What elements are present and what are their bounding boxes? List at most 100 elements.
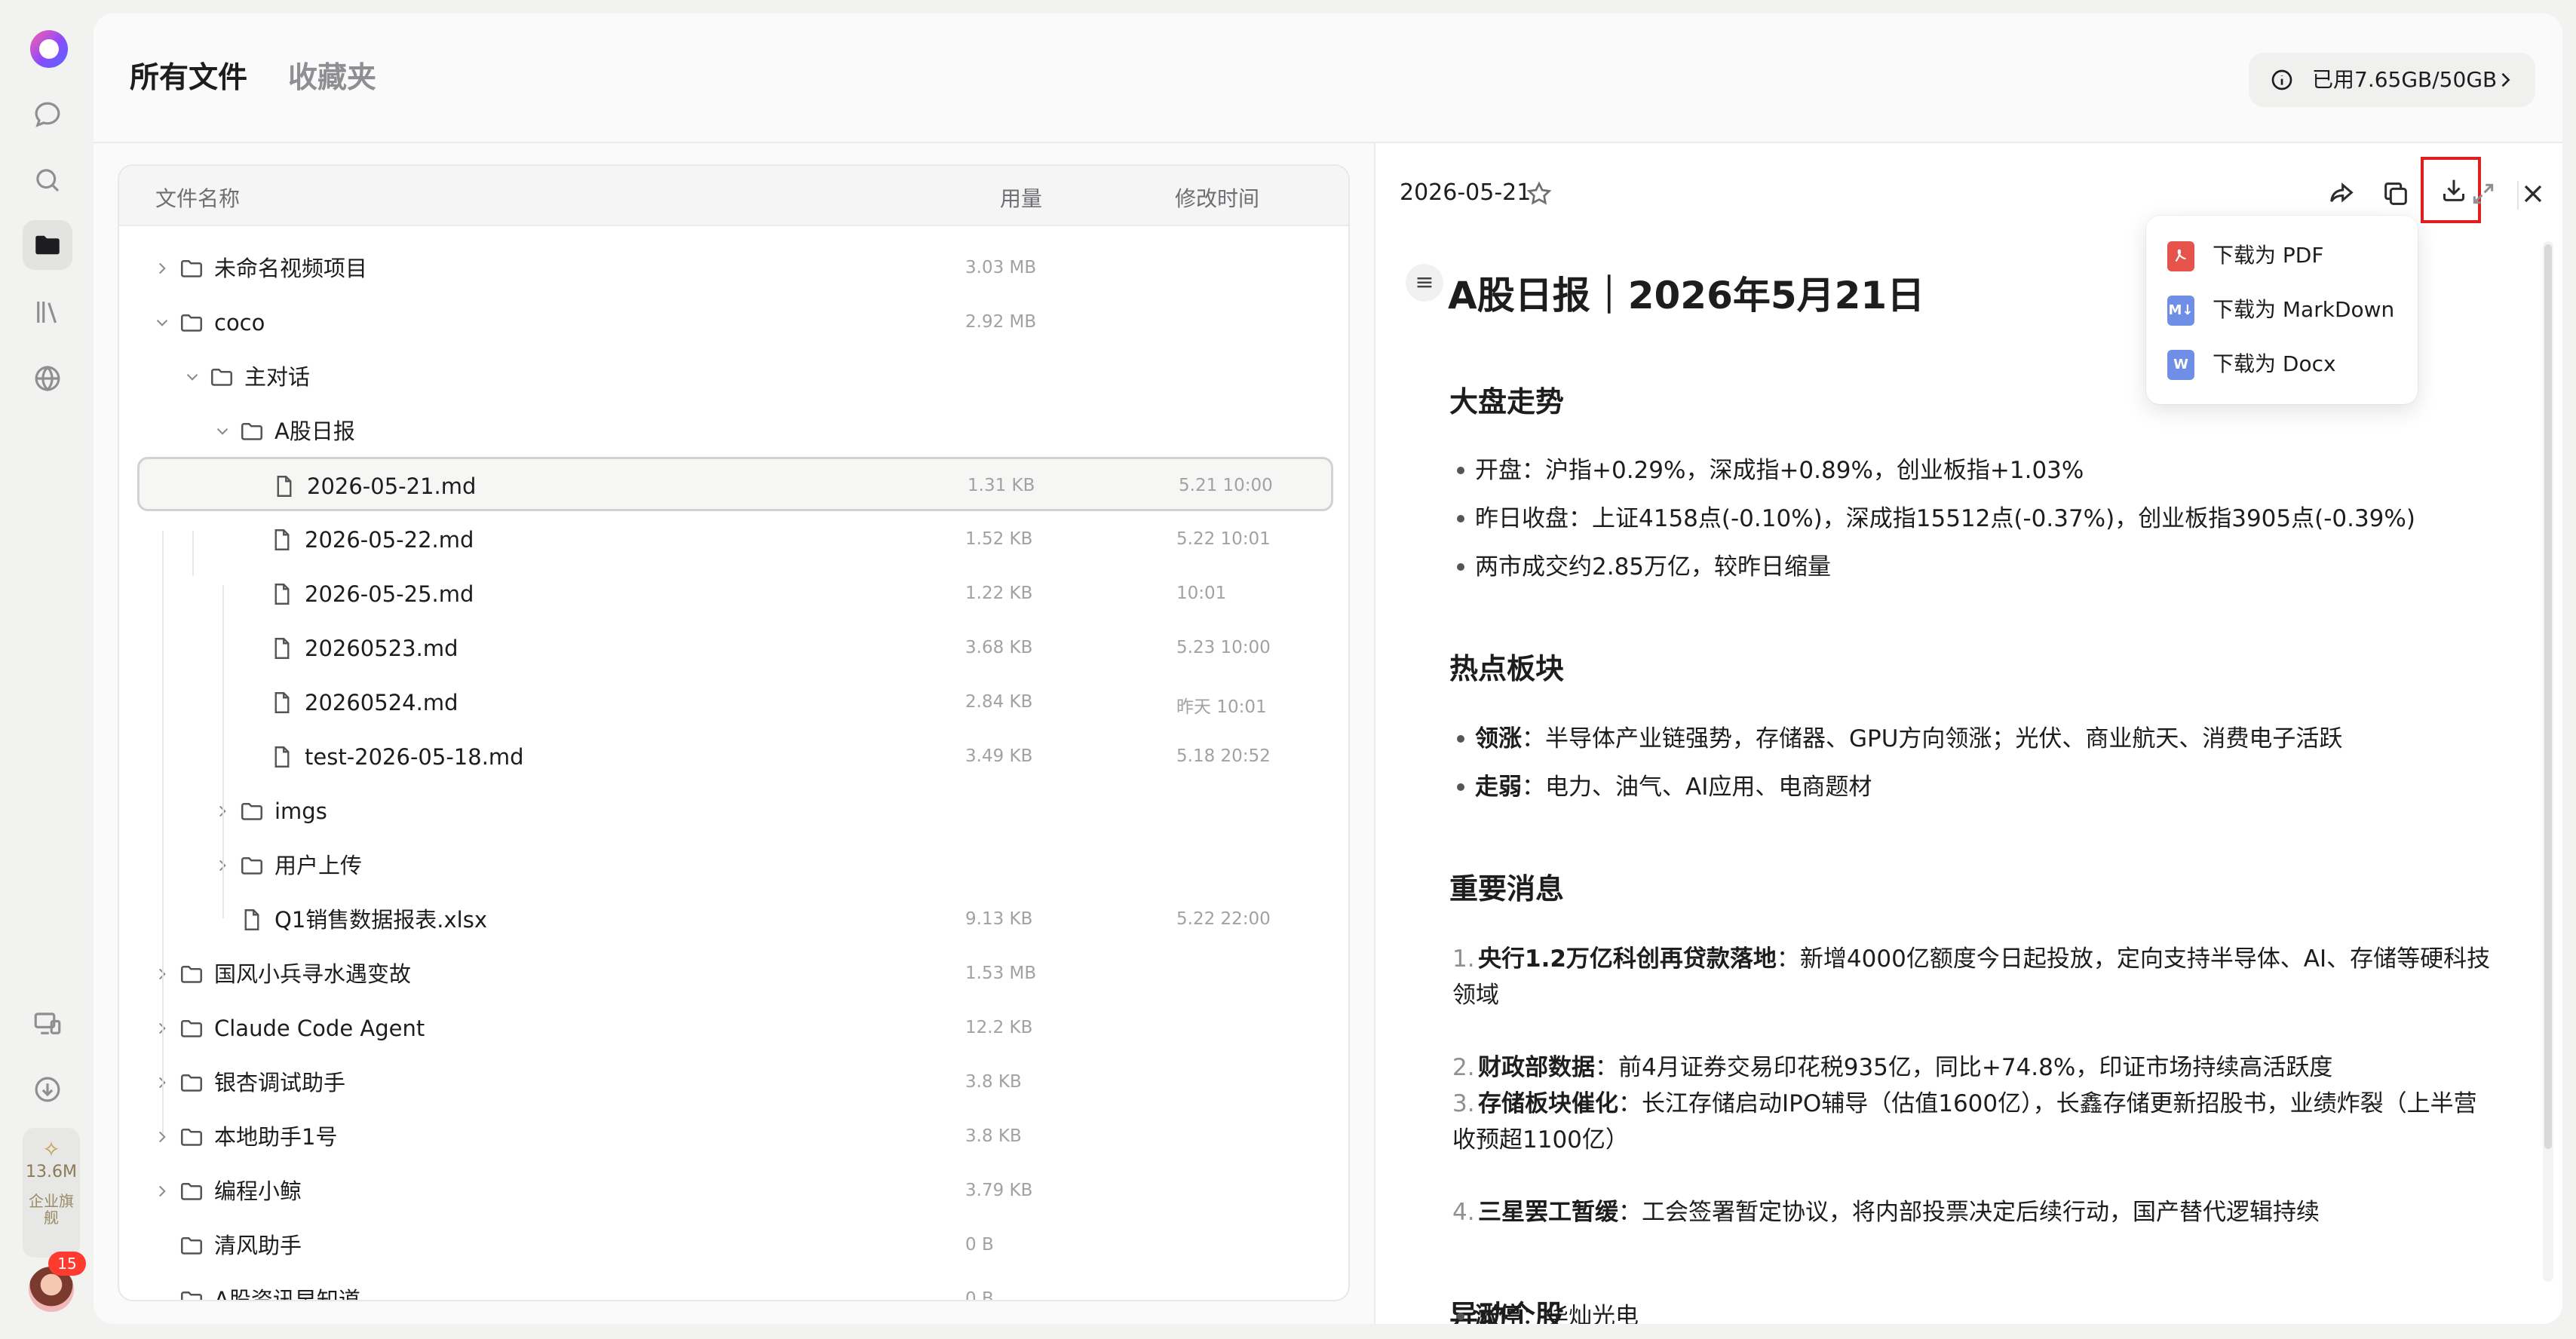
table-row-folder[interactable]: 银杏调试助手 3.8 KB [119, 1056, 1348, 1110]
row-size: 3.49 KB [965, 746, 1033, 766]
folder-icon [178, 1232, 205, 1259]
section-heading: 大盘走势 [1449, 385, 1565, 418]
chevron-down-icon[interactable] [152, 312, 172, 332]
section-heading: 重要消息 [1449, 872, 1565, 905]
row-size: 1.52 KB [965, 529, 1033, 549]
row-time: 昨天 10:01 [1176, 697, 1267, 717]
table-row-folder[interactable]: coco 2.92 MB [119, 296, 1348, 350]
table-row-folder[interactable]: Claude Code Agent 12.2 KB [119, 1001, 1348, 1056]
folder-icon [178, 1069, 205, 1096]
table-row-folder[interactable]: 用户上传 [119, 838, 1348, 893]
row-name: 主对话 [244, 364, 311, 390]
tree-guide-line [192, 531, 194, 576]
row-name: coco [214, 310, 265, 336]
table-row-folder[interactable]: 未命名视频项目 3.03 MB [119, 241, 1348, 296]
table-row-folder[interactable]: 本地助手1号 3.8 KB [119, 1110, 1348, 1164]
row-size: 3.68 KB [965, 638, 1033, 657]
chevron-down-icon[interactable] [213, 421, 232, 440]
table-row-file[interactable]: 2026-05-22.md 1.52 KB 5.22 10:01 [119, 513, 1348, 567]
storage-usage-button[interactable]: 已用7.65GB/50GB [2249, 53, 2535, 107]
table-row-file[interactable]: 20260523.md 3.68 KB 5.23 10:00 [119, 621, 1348, 676]
row-name: 2026-05-25.md [305, 581, 474, 607]
file-icon [268, 526, 296, 553]
globe-icon[interactable] [32, 363, 63, 394]
chevron-right-icon[interactable] [152, 1181, 172, 1200]
copy-icon [2384, 182, 2407, 205]
folder-icon [238, 798, 265, 825]
quota-plan-label: 企业旗舰 [29, 1192, 74, 1227]
row-size: 9.13 KB [965, 909, 1033, 929]
quota-card[interactable]: ✧ 13.6M 企业旗舰 [23, 1128, 80, 1258]
chevron-right-icon [2501, 72, 2510, 87]
table-row-file[interactable]: 20260524.md 2.84 KB 昨天 10:01 [119, 676, 1348, 730]
list-item: 1. 央行1.2万亿科创再贷款落地：新增4000亿额度今日起投放，定向支持半导体、… [1452, 945, 2491, 1009]
folder-icon [238, 418, 265, 445]
file-icon [268, 581, 296, 608]
chevron-right-icon[interactable] [152, 258, 172, 277]
star-icon[interactable] [1525, 179, 1553, 208]
row-name: 编程小鲸 [214, 1178, 302, 1204]
list-item: 涨停：华灿光电 [1452, 1301, 1639, 1324]
chevron-down-icon[interactable] [182, 366, 202, 386]
share-icon [2330, 182, 2354, 203]
library-icon[interactable] [32, 296, 63, 328]
preview-scrollbar[interactable] [2543, 241, 2553, 1282]
folder-icon [178, 309, 205, 336]
copy-button[interactable] [2375, 173, 2416, 214]
list-item: 昨日收盘：上证4158点(-0.10%)，深成指15512点(-0.37%)，创… [1452, 501, 2415, 537]
col-header-time[interactable]: 修改时间 [1175, 182, 1259, 213]
table-row-file[interactable]: 2026-05-25.md 1.22 KB 10:01 [119, 567, 1348, 621]
table-row-folder[interactable]: 清风助手 0 B [119, 1218, 1348, 1273]
row-name: 20260523.md [305, 636, 458, 661]
row-name: imgs [274, 798, 327, 824]
table-row-file[interactable]: test-2026-05-18.md 3.49 KB 5.18 20:52 [119, 730, 1348, 784]
close-button[interactable] [2513, 173, 2553, 214]
list-item: 开盘：沪指+0.29%，深成指+0.89%，创业板指+1.03% [1452, 452, 2084, 489]
list-item: 领涨：半导体产业链强势，存储器、GPU方向领涨；光伏、商业航天、消费电子活跃 [1452, 721, 2342, 757]
list-item: 2. 财政部数据：前4月证券交易印花税935亿，同比+74.8%，印证市场持续高活… [1452, 1054, 2333, 1081]
row-size: 3.8 KB [965, 1126, 1022, 1146]
download-menu: 下载为 PDF M↓ 下载为 MarkDown W 下载为 Docx [2146, 216, 2418, 404]
file-table: 文件名称 用量 修改时间 未命名视频项目 3.03 MB coco 2.92 MB 主对… [118, 164, 1350, 1301]
app-window: ✧ 13.6M 企业旗舰 15 所有文件 收藏夹 已用7.65GB/50GB 文… [0, 0, 2576, 1339]
folder-icon[interactable] [32, 229, 63, 261]
section-heading: 热点板块 [1449, 652, 1565, 685]
col-header-size[interactable]: 用量 [1000, 182, 1042, 213]
row-size: 0 B [965, 1289, 994, 1301]
table-row-folder[interactable]: imgs [119, 784, 1348, 838]
expand-icon [2473, 183, 2494, 204]
chat-icon[interactable] [32, 99, 63, 130]
table-row-folder[interactable]: A股资讯早知道 0 B [119, 1273, 1348, 1301]
storage-usage-label: 已用7.65GB/50GB [2312, 67, 2498, 92]
table-row-folder[interactable]: 国风小兵寻水遇变故 1.53 MB [119, 947, 1348, 1001]
download-pdf-item[interactable]: 下载为 PDF [2146, 228, 2418, 282]
download-circle-icon[interactable] [32, 1074, 63, 1105]
row-size: 2.92 MB [965, 312, 1037, 332]
row-name: 本地助手1号 [214, 1124, 338, 1150]
download-docx-item[interactable]: W 下载为 Docx [2146, 336, 2418, 391]
col-header-name[interactable]: 文件名称 [155, 182, 240, 213]
table-row-folder[interactable]: 编程小鲸 3.79 KB [119, 1164, 1348, 1218]
search-icon[interactable] [32, 164, 63, 196]
share-button[interactable] [2321, 173, 2362, 214]
table-row-folder[interactable]: A股日报 [119, 404, 1348, 458]
file-icon [238, 906, 265, 933]
table-header: 文件名称 用量 修改时间 [119, 166, 1348, 226]
row-name: 2026-05-21.md [307, 473, 477, 499]
toc-menu-icon[interactable]: ≡ [1406, 264, 1443, 302]
main-panel: 所有文件 收藏夹 已用7.65GB/50GB 文件名称 用量 修改时间 未命名视… [94, 14, 2562, 1324]
tab-all-files[interactable]: 所有文件 [130, 56, 247, 101]
row-name: 银杏调试助手 [214, 1070, 346, 1095]
table-row-file[interactable]: Q1销售数据报表.xlsx 9.13 KB 5.22 22:00 [119, 893, 1348, 947]
row-name: 2026-05-22.md [305, 527, 474, 553]
table-row-file[interactable]: 2026-05-21.md 1.31 KB 5.21 10:00 [137, 457, 1333, 511]
download-markdown-item[interactable]: M↓ 下载为 MarkDown [2146, 282, 2418, 336]
row-name: 用户上传 [274, 853, 363, 878]
expand-button[interactable] [2463, 173, 2504, 214]
tab-favorites[interactable]: 收藏夹 [288, 56, 376, 101]
app-logo-icon[interactable] [30, 30, 68, 68]
device-icon[interactable] [32, 1008, 63, 1040]
table-row-folder[interactable]: 主对话 [119, 350, 1348, 404]
row-time: 5.23 10:00 [1176, 638, 1271, 657]
folder-icon [178, 1123, 205, 1151]
